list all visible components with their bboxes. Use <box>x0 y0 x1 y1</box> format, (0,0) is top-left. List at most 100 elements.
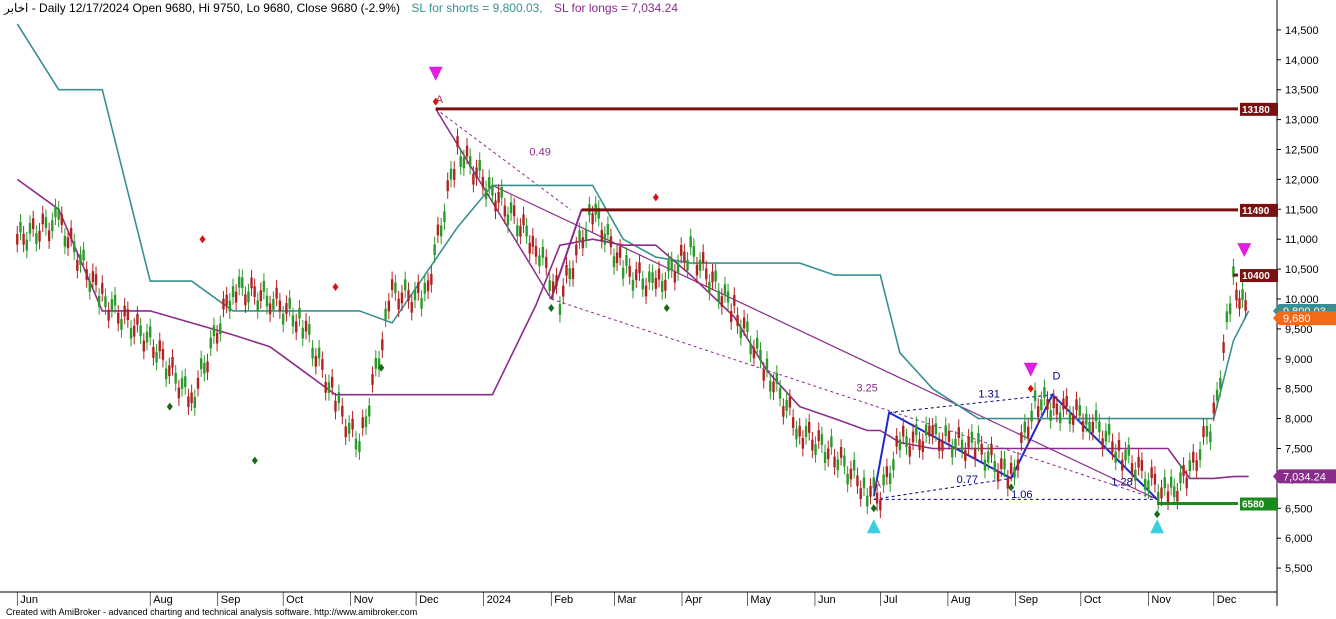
x-tick-label: Oct <box>286 594 303 606</box>
price-candle <box>898 439 902 451</box>
price-candle <box>361 417 364 429</box>
price-candle <box>304 320 308 332</box>
price-candle <box>212 325 216 337</box>
price-candle <box>31 218 35 230</box>
price-candle <box>123 305 126 317</box>
price-candle <box>673 271 677 283</box>
price-candle <box>739 327 743 338</box>
price-candle <box>272 298 275 310</box>
price-candle <box>1195 460 1198 472</box>
price-candle <box>970 431 974 443</box>
price-candle <box>44 217 48 228</box>
price-candle <box>924 424 928 436</box>
price-candle <box>657 268 661 280</box>
price-candle <box>609 236 613 248</box>
price-candle <box>584 229 588 241</box>
price-candle <box>1166 491 1170 503</box>
price-candle <box>82 249 85 261</box>
level-tag-label: 10400 <box>1242 271 1270 282</box>
price-candle <box>180 378 184 390</box>
price-candle <box>964 450 967 461</box>
price-candle <box>231 286 235 298</box>
level-tag: 10400 <box>1240 269 1278 283</box>
price-candle <box>439 225 443 237</box>
price-candle <box>384 308 387 320</box>
price-candle <box>1016 459 1020 471</box>
price-candle <box>987 451 990 463</box>
price-candle <box>676 262 680 274</box>
price-candle <box>905 436 908 448</box>
y-tick-label: 11,000 <box>1285 234 1318 246</box>
price-candle <box>1068 413 1072 425</box>
price-candle <box>882 474 885 486</box>
price-candle <box>38 230 41 242</box>
price-candle <box>1235 289 1238 301</box>
y-tick-label: 12,500 <box>1285 144 1319 156</box>
price-candle <box>1209 431 1212 443</box>
price-candle <box>683 251 686 263</box>
price-candle <box>947 431 951 442</box>
price-candle <box>1188 460 1192 472</box>
price-candle <box>944 425 947 437</box>
price-candle <box>1157 491 1160 503</box>
price-candle <box>60 214 63 226</box>
price-candle <box>1205 425 1209 437</box>
price-candle <box>478 160 481 171</box>
price-candle <box>41 213 44 225</box>
price-candle <box>705 268 708 280</box>
price-candle <box>234 291 238 303</box>
price-tag: 9,680 <box>1273 311 1336 326</box>
price-candle <box>531 235 535 247</box>
y-tick-label: 5,500 <box>1285 563 1313 575</box>
price-candle <box>1107 424 1111 435</box>
price-candle <box>714 270 717 282</box>
x-tick-label: Jun <box>818 594 836 606</box>
price-candle <box>638 262 641 274</box>
price-candle <box>830 436 833 448</box>
price-candle <box>506 214 510 226</box>
y-tick-label: 13,000 <box>1285 115 1319 127</box>
price-candle <box>541 246 545 258</box>
price-candle <box>436 224 440 236</box>
y-tick-label: 8,000 <box>1285 414 1313 426</box>
price-candle <box>581 237 585 249</box>
chart-area: 5,5006,0006,5007,0007,5008,0008,5009,000… <box>0 0 1336 619</box>
price-candle <box>1075 399 1078 411</box>
x-tick-label: Aug <box>951 594 971 606</box>
y-tick-label: 6,500 <box>1285 503 1313 515</box>
pattern-label: D <box>1053 371 1061 383</box>
price-candle <box>120 318 123 330</box>
price-candle <box>578 230 581 242</box>
price-candle <box>1013 467 1016 478</box>
price-candle <box>846 473 849 485</box>
price-candle <box>1212 402 1215 414</box>
price-candle <box>785 399 788 411</box>
price-candle <box>247 291 250 303</box>
price-candle <box>275 287 278 299</box>
price-candle <box>1225 311 1229 323</box>
price-candle <box>371 374 374 385</box>
price-candle <box>1215 389 1219 401</box>
price-candle <box>459 156 462 167</box>
price-candle <box>934 423 938 435</box>
price-candle <box>798 425 801 437</box>
price-candle <box>491 184 494 196</box>
price-candle <box>1117 439 1121 451</box>
price-candle <box>875 492 879 504</box>
price-candle <box>341 405 344 417</box>
price-candle <box>337 392 341 404</box>
price-candle <box>387 300 391 312</box>
price-candle <box>358 441 361 453</box>
price-candle <box>298 307 301 319</box>
price-candle <box>612 256 616 268</box>
price-candle <box>954 438 957 450</box>
price-candle <box>729 311 733 322</box>
price-candle <box>680 245 683 256</box>
price-candle <box>648 271 651 283</box>
price-candle <box>885 466 889 478</box>
price-candle <box>262 280 266 292</box>
price-candle <box>76 259 79 271</box>
price-candle <box>330 376 334 388</box>
price-candle <box>591 213 594 225</box>
price-candle <box>762 369 765 381</box>
